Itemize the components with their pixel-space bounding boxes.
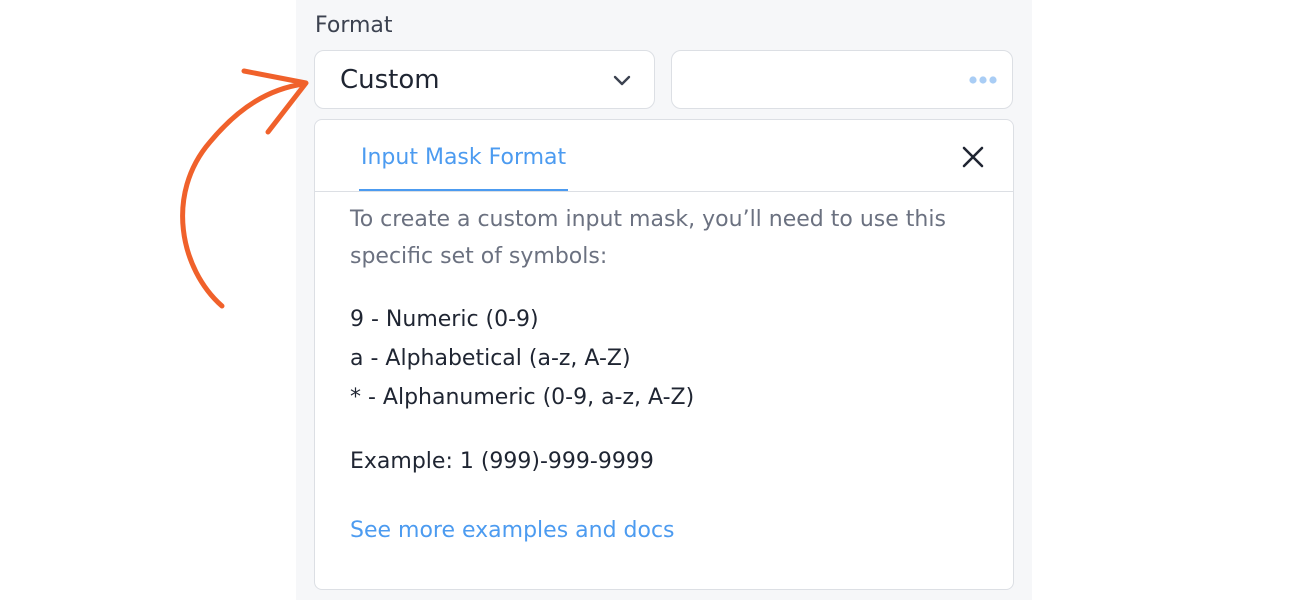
- chevron-down-icon: [613, 75, 631, 86]
- more-dots-icon[interactable]: [969, 75, 997, 85]
- close-icon[interactable]: [959, 143, 987, 171]
- tab-input-mask-format[interactable]: Input Mask Format: [359, 145, 569, 191]
- symbol-list: 9 - Numeric (0-9) a - Alphabetical (a-z,…: [350, 300, 990, 417]
- mask-input-field[interactable]: [671, 50, 1013, 109]
- format-label: Format: [315, 13, 393, 38]
- input-mask-popover: Input Mask Format To create a custom inp…: [314, 119, 1014, 590]
- intro-text: To create a custom input mask, you’ll ne…: [350, 207, 946, 269]
- symbol-alphanumeric: * - Alphanumeric (0-9, a-z, A-Z): [350, 385, 695, 410]
- example-text: Example: 1 (999)-999-9999: [350, 449, 654, 474]
- symbol-numeric: 9 - Numeric (0-9): [350, 307, 539, 332]
- docs-link[interactable]: See more examples and docs: [350, 516, 990, 546]
- format-select-value: Custom: [340, 65, 440, 95]
- format-select[interactable]: Custom: [314, 50, 655, 109]
- symbol-alphabetical: a - Alphabetical (a-z, A-Z): [350, 346, 631, 371]
- tab-label: Input Mask Format: [361, 145, 567, 170]
- curved-arrow-icon: [180, 68, 309, 309]
- popover-header: Input Mask Format: [315, 120, 1013, 192]
